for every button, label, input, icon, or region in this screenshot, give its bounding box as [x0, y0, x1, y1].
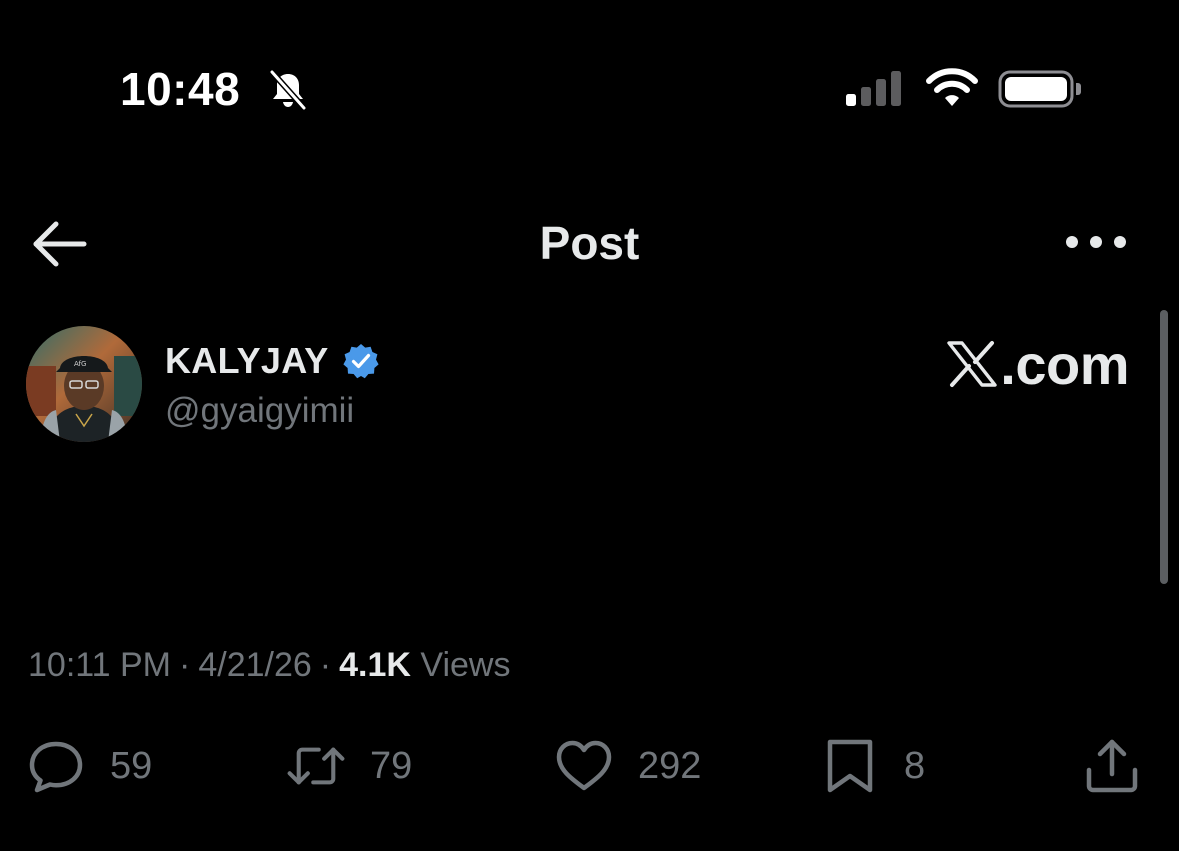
reply-button[interactable]: 59: [26, 736, 152, 796]
battery-icon: [998, 70, 1081, 108]
avatar[interactable]: AfG: [26, 326, 142, 442]
status-time: 10:48: [120, 63, 241, 115]
wifi-icon: [926, 68, 978, 106]
cellular-signal-icon: [846, 71, 901, 106]
avatar-image: AfG: [26, 326, 142, 442]
share-button[interactable]: [1082, 736, 1142, 796]
views-count[interactable]: 4.1K: [339, 646, 411, 684]
reply-icon: [29, 741, 83, 793]
x-logo-icon: [947, 341, 997, 387]
meta-separator: ·: [179, 646, 191, 684]
share-icon: [1086, 739, 1138, 793]
repost-icon: [287, 747, 345, 785]
like-count: 292: [638, 744, 702, 787]
more-options-button[interactable]: [1064, 228, 1128, 256]
app-screen: 10:48 Post AfG KALYJAY @gyaigyimii .com …: [0, 0, 1179, 851]
post-time: 10:11 PM: [28, 646, 172, 684]
meta-separator: ·: [319, 646, 332, 684]
author-handle[interactable]: @gyaigyimii: [165, 391, 354, 431]
heart-icon: [556, 740, 612, 791]
bookmark-button[interactable]: 8: [820, 736, 925, 796]
brand-watermark: .com: [946, 332, 1129, 396]
bell-slash-icon: [269, 69, 307, 111]
svg-text:AfG: AfG: [74, 360, 86, 368]
bookmark-icon: [827, 739, 873, 793]
author-name: KALYJAY: [165, 340, 329, 381]
reply-count: 59: [110, 744, 153, 787]
post-date: 4/21/26: [198, 646, 312, 684]
repost-button[interactable]: 79: [286, 736, 412, 796]
brand-text: .com: [1000, 332, 1129, 396]
bookmark-count: 8: [904, 744, 926, 787]
author-name-link[interactable]: KALYJAY: [165, 340, 379, 382]
repost-count: 79: [370, 744, 413, 787]
page-title: Post: [539, 217, 640, 269]
post-meta: 10:11 PM · 4/21/26 · 4.1K Views: [28, 646, 511, 685]
views-label[interactable]: Views: [420, 646, 510, 684]
scrollbar[interactable]: [1160, 310, 1168, 584]
verified-badge-icon: [342, 344, 379, 379]
like-button[interactable]: 292: [554, 736, 701, 796]
